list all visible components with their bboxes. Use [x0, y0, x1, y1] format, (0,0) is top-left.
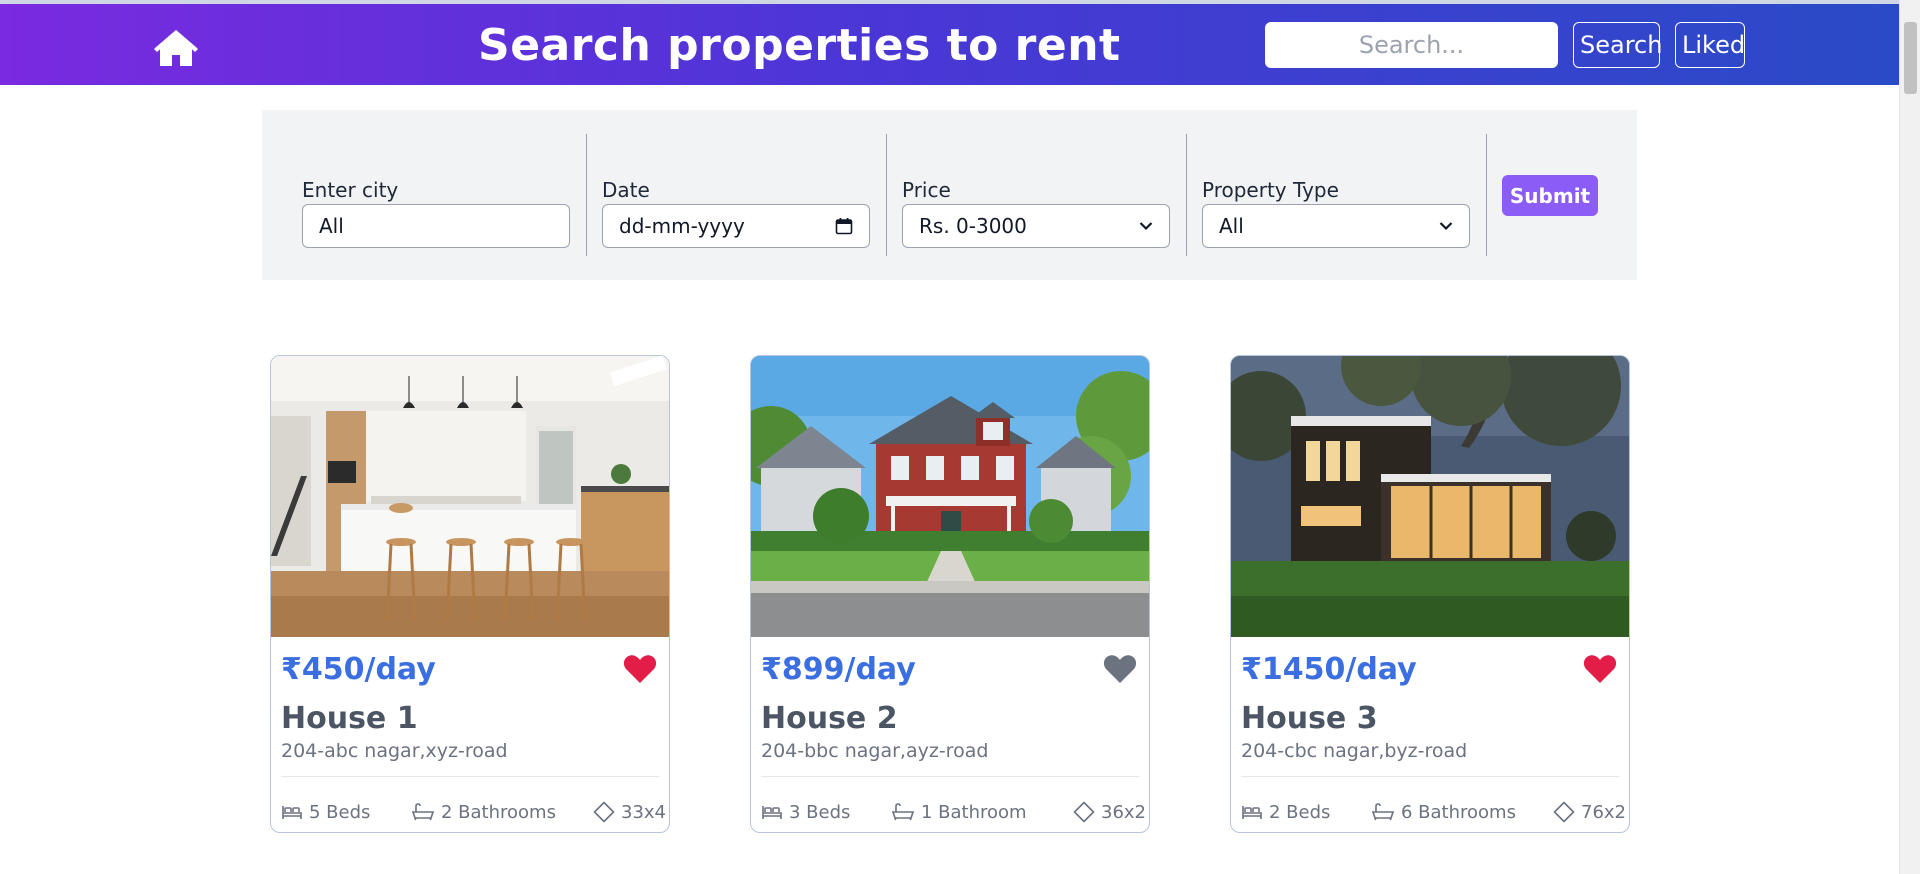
listing-title[interactable]: House 2: [761, 701, 898, 736]
baths-count: 1 Bathroom: [921, 801, 1027, 823]
listing-price: ₹1450/day: [1241, 652, 1417, 687]
price-filter: Price Rs. 0-3000: [902, 134, 1172, 254]
listing-title[interactable]: House 3: [1241, 701, 1378, 736]
scrollbar-thumb[interactable]: [1904, 22, 1917, 94]
top-navbar: Search properties to rent Search Liked: [0, 4, 1899, 85]
area-feature: 76x2: [1553, 800, 1626, 824]
beds-feature: 3 Beds: [761, 800, 850, 824]
beds-count: 3 Beds: [789, 801, 851, 823]
price-label: Price: [902, 178, 951, 202]
listing-address: 204-abc nagar,xyz-road: [281, 740, 508, 762]
bed-icon: [1242, 806, 1262, 819]
card-divider: [281, 776, 659, 777]
area-size: 36x2: [1101, 801, 1147, 823]
city-value: All: [319, 214, 344, 238]
property-type-label: Property Type: [1202, 178, 1339, 202]
filter-divider: [1486, 134, 1487, 256]
date-filter: Date dd-mm-yyyy: [602, 134, 872, 254]
baths-count: 6 Bathrooms: [1401, 801, 1516, 823]
beds-count: 5 Beds: [309, 801, 371, 823]
liked-button[interactable]: Liked: [1675, 22, 1745, 68]
date-label: Date: [602, 178, 650, 202]
baths-feature: 1 Bathroom: [891, 800, 1027, 824]
city-input[interactable]: All: [302, 204, 570, 248]
area-feature: 33x4: [593, 800, 666, 824]
beds-feature: 5 Beds: [281, 800, 370, 824]
area-diamond-icon: [1553, 801, 1575, 823]
area-diamond-icon: [593, 801, 615, 823]
area-size: 33x4: [621, 801, 667, 823]
listing-address: 204-bbc nagar,ayz-road: [761, 740, 989, 762]
property-type-select[interactable]: All: [1202, 204, 1470, 248]
home-icon[interactable]: [153, 28, 199, 68]
heart-icon[interactable]: [1103, 654, 1137, 684]
beds-feature: 2 Beds: [1241, 800, 1330, 824]
bed-icon: [762, 806, 782, 819]
city-filter: Enter city All: [302, 134, 572, 254]
property-card[interactable]: ₹899/day House 2 204-bbc nagar,ayz-road …: [750, 355, 1150, 833]
page-title: Search properties to rent: [478, 20, 1121, 71]
search-input[interactable]: [1265, 22, 1558, 68]
baths-feature: 2 Bathrooms: [411, 800, 556, 824]
listing-address: 204-cbc nagar,byz-road: [1241, 740, 1468, 762]
chevron-down-icon: [1139, 222, 1153, 231]
city-label: Enter city: [302, 178, 399, 202]
listing-price: ₹450/day: [281, 652, 436, 687]
baths-count: 2 Bathrooms: [441, 801, 556, 823]
area-feature: 36x2: [1073, 800, 1146, 824]
date-value: dd-mm-yyyy: [619, 214, 745, 238]
property-card[interactable]: ₹1450/day House 3 204-cbc nagar,byz-road…: [1230, 355, 1630, 833]
bathtub-icon: [891, 803, 915, 821]
filter-divider: [1186, 134, 1187, 256]
property-image-modern-house[interactable]: [1231, 356, 1629, 637]
beds-count: 2 Beds: [1269, 801, 1331, 823]
calendar-icon[interactable]: [835, 217, 853, 235]
price-select[interactable]: Rs. 0-3000: [902, 204, 1170, 248]
property-card[interactable]: ₹450/day House 1 204-abc nagar,xyz-road …: [270, 355, 670, 833]
baths-feature: 6 Bathrooms: [1371, 800, 1516, 824]
listing-price: ₹899/day: [761, 652, 916, 687]
listing-title[interactable]: House 1: [281, 701, 418, 736]
bathtub-icon: [411, 803, 435, 821]
search-button[interactable]: Search: [1573, 22, 1662, 68]
property-image-kitchen[interactable]: [271, 356, 669, 637]
price-value: Rs. 0-3000: [919, 214, 1027, 238]
bed-icon: [282, 806, 302, 819]
vertical-scrollbar[interactable]: [1899, 0, 1920, 874]
bathtub-icon: [1371, 803, 1395, 821]
chevron-down-icon: [1439, 222, 1453, 231]
heart-icon[interactable]: [623, 654, 657, 684]
submit-button[interactable]: Submit: [1502, 175, 1598, 216]
property-image-red-house[interactable]: [751, 356, 1149, 637]
filter-divider: [586, 134, 587, 256]
area-size: 76x2: [1581, 801, 1627, 823]
filter-divider: [886, 134, 887, 256]
card-divider: [1241, 776, 1619, 777]
card-divider: [761, 776, 1139, 777]
filter-panel: Enter city All Date dd-mm-yyyy Price Rs.…: [262, 110, 1637, 280]
area-diamond-icon: [1073, 801, 1095, 823]
heart-icon[interactable]: [1583, 654, 1617, 684]
date-input[interactable]: dd-mm-yyyy: [602, 204, 870, 248]
property-type-filter: Property Type All: [1202, 134, 1472, 254]
property-type-value: All: [1219, 214, 1244, 238]
